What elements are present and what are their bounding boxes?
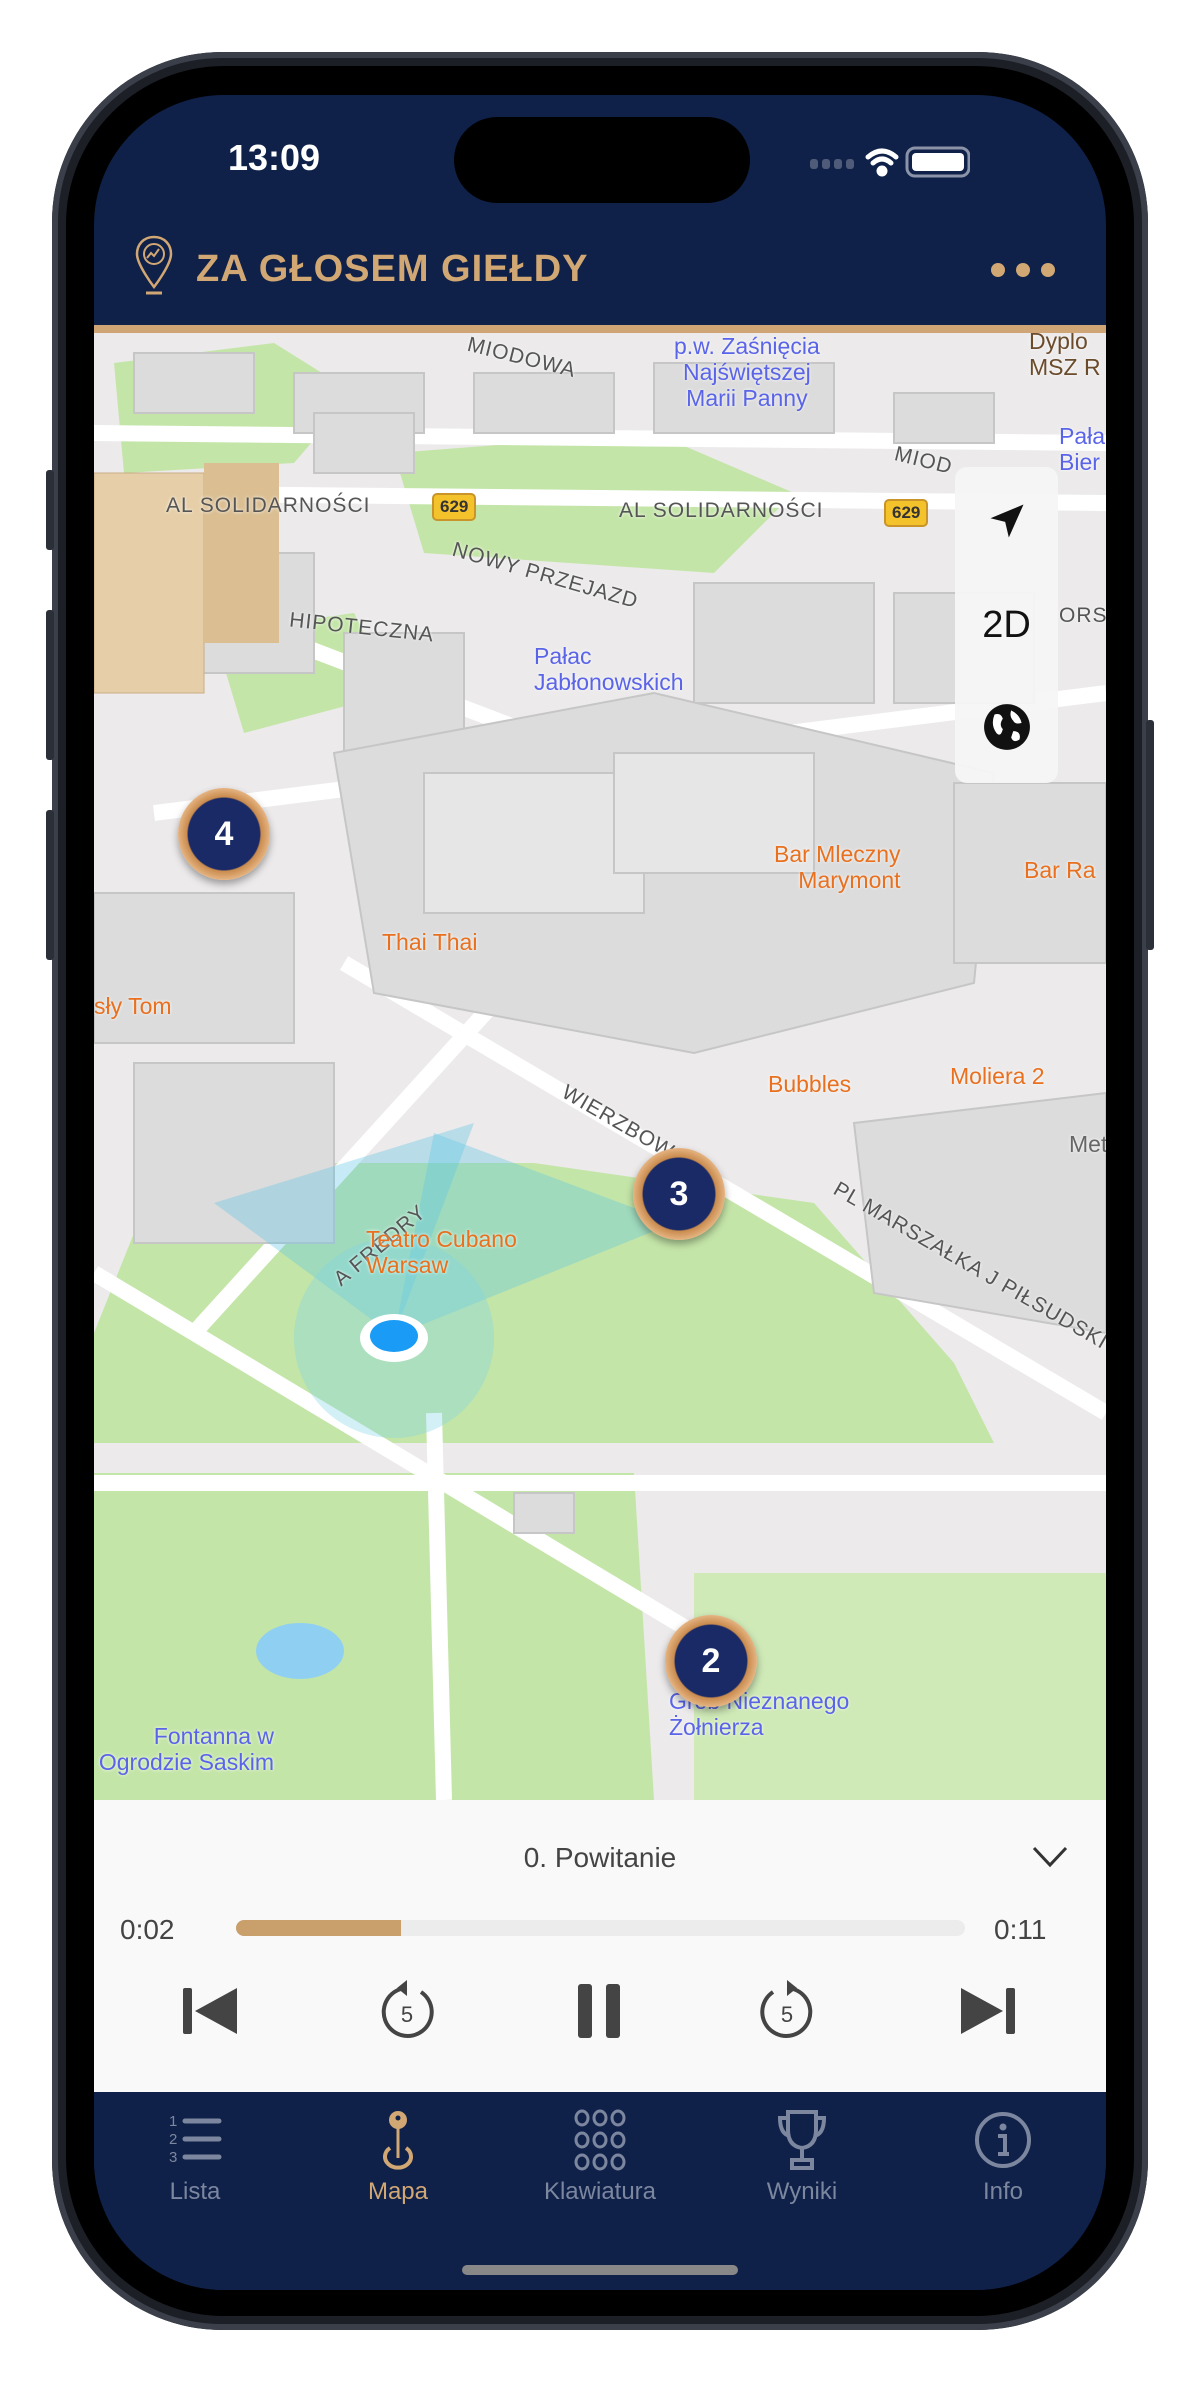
road-badge: 629 [432, 493, 477, 521]
tab-klawiatura[interactable]: Klawiatura [520, 2108, 680, 2206]
globe-icon[interactable] [955, 677, 1058, 777]
track-title: 0. Powitanie [523, 1842, 677, 1873]
tab-bar: 123 Lista Mapa Klawiatura Wyniki Info [94, 2092, 1106, 2290]
street-label: ORSK [1059, 604, 1106, 627]
tab-label: Mapa [367, 2178, 429, 2205]
poi-label[interactable]: Bar Mleczny Marymont [774, 841, 901, 893]
tab-label: Lista [169, 2178, 221, 2205]
tab-mapa[interactable]: Mapa [318, 2108, 478, 2206]
volume-down-button [46, 810, 54, 960]
poi-label[interactable]: Dyplo MSZ R [1029, 333, 1101, 380]
status-icons [810, 146, 970, 178]
poi-label[interactable]: Met [1069, 1131, 1106, 1157]
trophy-icon [777, 2110, 827, 2170]
svg-text:5: 5 [781, 2002, 793, 2027]
pause-icon[interactable] [560, 1970, 640, 2050]
tour-marker-3[interactable]: 3 [633, 1148, 725, 1240]
tab-wyniki[interactable]: Wyniki [722, 2108, 882, 2206]
poi-label[interactable]: sły Tom [94, 993, 172, 1019]
landmark-label[interactable]: p.w. Zaśnięcia Najświętszej Marii Panny [674, 333, 820, 411]
landmark-label[interactable]: Pałac Jabłonowskich [534, 643, 684, 695]
wifi-icon [865, 148, 899, 177]
svg-text:3: 3 [169, 2149, 177, 2166]
fountain-pool [256, 1623, 344, 1679]
tab-label: Info [982, 2178, 1024, 2205]
poi-label[interactable]: Teatro Cubano Warsaw [366, 1226, 517, 1278]
volume-up-button [46, 610, 54, 760]
map-pin-icon [383, 2111, 413, 2170]
progress-bar[interactable] [236, 1920, 965, 1936]
tab-label: Klawiatura [543, 2178, 657, 2205]
tour-marker-4[interactable]: 4 [178, 788, 270, 880]
svg-text:1: 1 [169, 2113, 177, 2130]
tab-label: Wyniki [766, 2178, 838, 2205]
svg-text:2: 2 [169, 2131, 177, 2148]
app-title: ZA GŁOSEM GIEŁDY [196, 248, 589, 290]
poi-label[interactable]: Moliera 2 [950, 1063, 1045, 1089]
screen: 13:09 ZA GŁOSEM GIEŁDY MIODOWA AL SOLIDA… [94, 95, 1106, 2290]
status-bar: 13:09 [94, 95, 1106, 205]
clock: 13:09 [228, 137, 321, 178]
signal-icon [810, 159, 854, 169]
mute-switch [46, 470, 54, 550]
duration: 0:11 [994, 1914, 1047, 1945]
audio-player: 0. Powitanie 0:02 0:11 5 5 [94, 1800, 1106, 2092]
landmark-label[interactable]: Fontanna w Ogrodzie Saskim [94, 1723, 274, 1775]
dynamic-island [454, 117, 750, 203]
info-icon [975, 2112, 1031, 2168]
chevron-down-icon[interactable] [1032, 1846, 1068, 1868]
power-button [1146, 720, 1154, 950]
forward-5-icon[interactable]: 5 [747, 1970, 827, 2050]
more-dots-icon[interactable] [990, 260, 1056, 280]
skip-next-icon[interactable] [945, 1970, 1025, 2050]
rewind-5-icon[interactable]: 5 [367, 1970, 447, 2050]
keypad-icon [574, 2109, 626, 2171]
map-mode-2d-button[interactable]: 2D [955, 575, 1058, 675]
tour-marker-2[interactable]: 2 [665, 1615, 757, 1707]
street-label: AL SOLIDARNOŚCI [166, 494, 371, 517]
landmark-label[interactable]: Pała Bier [1059, 423, 1105, 475]
poi-label[interactable]: Bubbles [768, 1071, 851, 1097]
road-badge: 629 [884, 499, 929, 527]
poi-label[interactable]: Thai Thai [382, 929, 477, 955]
home-indicator[interactable] [462, 2265, 738, 2275]
map-controls: 2D [955, 467, 1058, 783]
svg-text:5: 5 [401, 2002, 413, 2027]
tab-info[interactable]: Info [923, 2108, 1083, 2206]
progress-fill [236, 1920, 401, 1936]
tab-lista[interactable]: 123 Lista [115, 2108, 275, 2206]
street-label: AL SOLIDARNOŚCI [619, 499, 824, 522]
map-view[interactable]: MIODOWA AL SOLIDARNOŚCI AL SOLIDARNOŚCI … [94, 333, 1106, 1800]
location-arrow-icon[interactable] [955, 471, 1058, 571]
battery-icon [905, 146, 970, 178]
elapsed-time: 0:02 [120, 1914, 175, 1945]
poi-label[interactable]: Bar Ra [1024, 857, 1096, 883]
numbered-list-icon: 123 [169, 2113, 222, 2166]
map-pin-chart-icon [135, 235, 173, 295]
skip-previous-icon[interactable] [173, 1970, 253, 2050]
